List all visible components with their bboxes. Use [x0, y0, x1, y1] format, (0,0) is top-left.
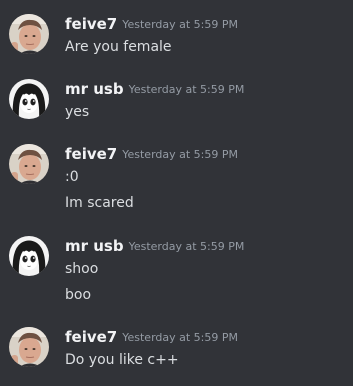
username[interactable]: feive7 [65, 328, 117, 346]
face-photo-icon [9, 144, 49, 184]
message-header: mr usb Yesterday at 5:59 PM [65, 236, 244, 256]
message-text: Im scared [65, 195, 134, 211]
avatar-feive7[interactable] [9, 14, 49, 54]
message-text: yes [65, 104, 90, 120]
timestamp[interactable]: Yesterday at 5:59 PM [122, 148, 238, 161]
face-photo-icon [9, 14, 49, 54]
username[interactable]: mr usb [65, 237, 124, 255]
message-header: mr usb Yesterday at 5:59 PM [65, 79, 244, 99]
username[interactable]: mr usb [65, 80, 124, 98]
message-text: Are you female [65, 39, 172, 55]
anime-girl-icon [9, 236, 49, 276]
avatar-mr-usb[interactable] [9, 79, 49, 119]
avatar-feive7[interactable] [9, 144, 49, 184]
message-header: feive7 Yesterday at 5:59 PM [65, 327, 238, 347]
timestamp[interactable]: Yesterday at 5:59 PM [122, 18, 238, 31]
message-text: boo [65, 287, 92, 303]
message-text: shoo [65, 261, 99, 277]
avatar-mr-usb[interactable] [9, 236, 49, 276]
chat-message-list: feive7 Yesterday at 5:59 PM Are you femal… [0, 0, 353, 386]
message-header: feive7 Yesterday at 5:59 PM [65, 144, 238, 164]
timestamp[interactable]: Yesterday at 5:59 PM [129, 83, 245, 96]
message-text: Do you like c++ [65, 352, 179, 368]
message-text: :0 [65, 169, 79, 185]
avatar-feive7[interactable] [9, 327, 49, 367]
message-header: feive7 Yesterday at 5:59 PM [65, 14, 238, 34]
username[interactable]: feive7 [65, 15, 117, 33]
username[interactable]: feive7 [65, 145, 117, 163]
face-photo-icon [9, 327, 49, 367]
timestamp[interactable]: Yesterday at 5:59 PM [129, 240, 245, 253]
anime-girl-icon [9, 79, 49, 119]
timestamp[interactable]: Yesterday at 5:59 PM [122, 331, 238, 344]
